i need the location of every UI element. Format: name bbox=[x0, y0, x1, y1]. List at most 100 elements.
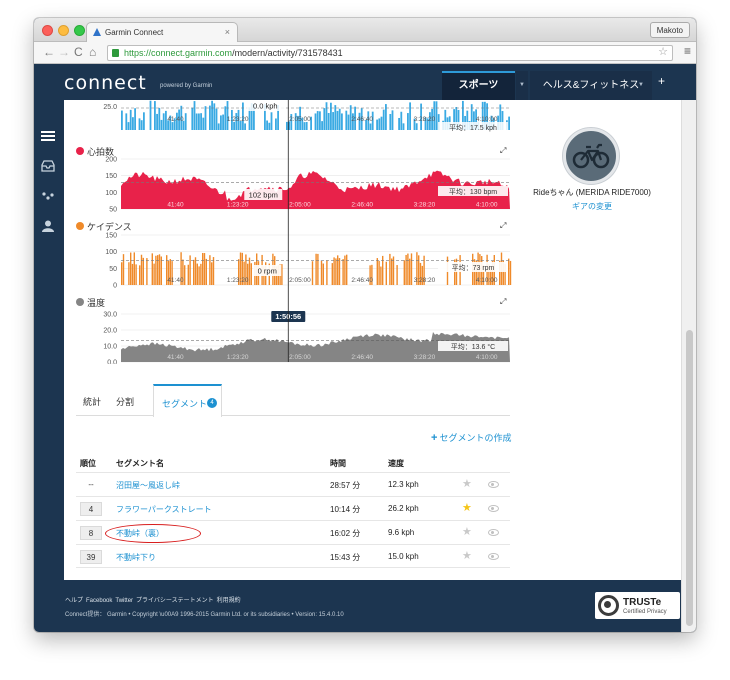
footer-links: ヘルプ Facebook Twitter プライバシーステートメント 利用規約 bbox=[65, 595, 244, 604]
cadence-bar bbox=[311, 261, 314, 285]
cadence-bar bbox=[344, 255, 346, 285]
speed-bar bbox=[213, 103, 216, 130]
eye-icon[interactable] bbox=[488, 529, 499, 536]
speed-bar bbox=[275, 118, 277, 130]
table-row: 39 不動峠下り 15:43 分 15.0 kph ★ bbox=[76, 544, 510, 568]
cadence-bar bbox=[376, 258, 378, 285]
browser-window: Garmin Connect × Makoto ← → C ⌂ https://… bbox=[34, 18, 696, 632]
speed-bar bbox=[129, 109, 132, 130]
speed-bar bbox=[319, 111, 321, 130]
cadence-bar bbox=[140, 254, 143, 285]
x-tick-label: 4:10:00 bbox=[476, 116, 498, 123]
speed-bar bbox=[323, 108, 326, 130]
expand-temperature-icon[interactable]: ⤢ bbox=[500, 297, 506, 307]
truste-badge[interactable]: TRUSTe Certified Privacy bbox=[595, 592, 680, 619]
page-scrollbar[interactable] bbox=[681, 100, 696, 632]
footer-link-twitter[interactable]: Twitter bbox=[115, 598, 133, 604]
bike-avatar[interactable] bbox=[563, 128, 619, 184]
favorite-star-icon[interactable]: ★ bbox=[462, 549, 472, 562]
sports-dropdown-icon[interactable]: ▼ bbox=[516, 71, 528, 100]
browser-tab[interactable]: Garmin Connect × bbox=[86, 22, 238, 42]
speed-bar bbox=[233, 121, 235, 130]
cadence-bar bbox=[194, 257, 197, 285]
speed-bar bbox=[402, 123, 405, 130]
create-segment-link[interactable]: + セグメントの作成 bbox=[431, 431, 511, 444]
favorite-star-icon[interactable]: ★ bbox=[462, 501, 472, 514]
cadence-bar bbox=[121, 262, 123, 285]
hamburger-menu-icon[interactable] bbox=[41, 130, 55, 142]
x-tick-label: 4:10:00 bbox=[476, 277, 498, 284]
segment-name-link[interactable]: フラワーパークストレート bbox=[116, 504, 212, 515]
expand-cadence-icon[interactable]: ⤢ bbox=[500, 221, 506, 231]
segment-rank: 4 bbox=[80, 502, 102, 516]
tab-splits[interactable]: 分割 bbox=[116, 395, 134, 408]
address-bar[interactable]: https://connect.garmin.com/modern/activi… bbox=[107, 45, 673, 61]
reload-icon[interactable]: C bbox=[74, 45, 83, 59]
speed-bar bbox=[244, 123, 246, 130]
cadence-bar bbox=[405, 254, 407, 285]
x-tick-label: 2:05:00 bbox=[289, 116, 311, 123]
bookmark-star-icon[interactable]: ☆ bbox=[658, 45, 668, 59]
tab-stats[interactable]: 統計 bbox=[83, 395, 101, 408]
eye-icon[interactable] bbox=[488, 481, 499, 488]
speed-bar bbox=[195, 113, 198, 130]
cadence-bar bbox=[382, 255, 384, 285]
favorite-star-icon[interactable]: ★ bbox=[462, 477, 472, 490]
speed-bar bbox=[217, 123, 220, 130]
cadence-bar bbox=[326, 260, 328, 285]
cadence-bar bbox=[322, 263, 324, 285]
cadence-bar bbox=[335, 258, 337, 285]
change-gear-link[interactable]: ギアの変更 bbox=[530, 201, 654, 212]
cadence-bar bbox=[389, 253, 391, 285]
add-icon[interactable]: + bbox=[658, 74, 665, 88]
back-icon[interactable]: ← bbox=[43, 45, 55, 59]
cadence-bar bbox=[338, 258, 341, 285]
forward-icon[interactable]: → bbox=[58, 45, 70, 59]
close-window-button[interactable] bbox=[42, 25, 53, 36]
segment-speed: 15.0 kph bbox=[388, 552, 419, 561]
footer-link-privacy[interactable]: プライバシーステートメント bbox=[136, 598, 214, 604]
cadence-bar bbox=[508, 258, 510, 285]
browser-toolbar: ← → C ⌂ https://connect.garmin.com/moder… bbox=[34, 42, 696, 64]
user-profile-button[interactable]: Makoto bbox=[649, 22, 690, 38]
segment-name-link[interactable]: 不動峠下り bbox=[116, 552, 156, 563]
eye-icon[interactable] bbox=[488, 553, 499, 560]
inbox-icon[interactable] bbox=[41, 160, 55, 172]
y-tick-label: 150 bbox=[105, 233, 117, 240]
cadence-bar bbox=[189, 255, 191, 285]
segment-time: 28:57 分 bbox=[330, 481, 361, 490]
close-tab-icon[interactable]: × bbox=[225, 27, 230, 37]
speed-bar bbox=[286, 121, 288, 130]
eye-icon[interactable] bbox=[488, 505, 499, 512]
cadence-bar bbox=[380, 266, 382, 285]
activity-charts[interactable]: 25.0 0.0 kph 平均：17.5 kph 41:40 1:23:20 2:05:0… bbox=[64, 100, 524, 364]
footer-link-help[interactable]: ヘルプ bbox=[65, 598, 83, 604]
zoom-window-button[interactable] bbox=[74, 25, 85, 36]
tab-segments[interactable]: セグメント 4 bbox=[153, 384, 222, 417]
expand-heart-rate-icon[interactable]: ⤢ bbox=[500, 146, 506, 156]
speed-bar bbox=[334, 105, 337, 130]
home-icon[interactable]: ⌂ bbox=[89, 45, 96, 59]
speed-bar bbox=[222, 114, 224, 130]
cadence-bar bbox=[250, 263, 252, 285]
user-icon[interactable] bbox=[41, 220, 55, 232]
bicycle-icon bbox=[572, 143, 610, 169]
connect-logo[interactable]: connect bbox=[64, 72, 147, 94]
health-dropdown-icon[interactable]: ▼ bbox=[634, 71, 648, 100]
speed-bar bbox=[347, 114, 350, 130]
speed-bar bbox=[202, 117, 205, 130]
favorite-star-icon[interactable]: ★ bbox=[462, 525, 472, 538]
browser-menu-icon[interactable]: ≡ bbox=[684, 44, 691, 58]
minimize-window-button[interactable] bbox=[58, 25, 69, 36]
nav-tab-sports[interactable]: スポーツ bbox=[442, 71, 515, 100]
footer-link-facebook[interactable]: Facebook bbox=[86, 598, 112, 604]
x-tick-label: 2:05:00 bbox=[289, 277, 311, 284]
connections-icon[interactable] bbox=[41, 190, 55, 202]
tab-segments-label: セグメント bbox=[162, 399, 208, 409]
footer-link-terms[interactable]: 利用規約 bbox=[217, 598, 241, 604]
speed-bar bbox=[391, 110, 394, 130]
scrollbar-thumb[interactable] bbox=[686, 330, 693, 626]
page-footer: ヘルプ Facebook Twitter プライバシーステートメント 利用規約 Conn… bbox=[64, 580, 681, 632]
segment-name-link[interactable]: 沼田屋〜風返し峠 bbox=[116, 480, 180, 491]
segment-speed: 12.3 kph bbox=[388, 480, 419, 489]
